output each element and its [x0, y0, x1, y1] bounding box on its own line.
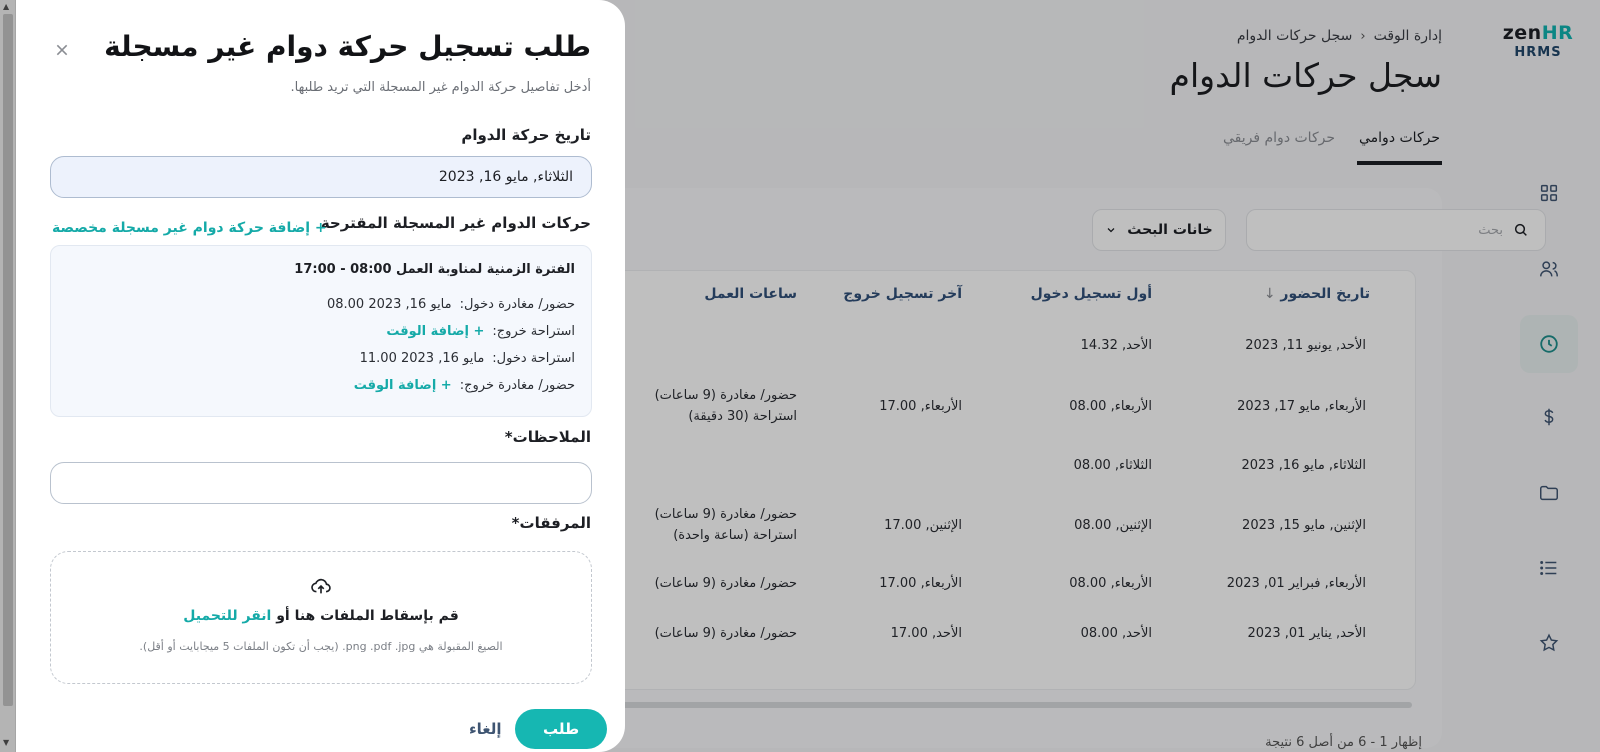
- notes-label: الملاحظات*: [504, 428, 591, 446]
- attachments-label: المرفقات*: [511, 514, 591, 532]
- entry-key: حضور/ مغادرة خروج:: [459, 378, 575, 393]
- suggested-entry-row: حضور/ مغادرة خروج: + إضافة الوقت: [51, 372, 575, 399]
- date-label: تاريخ حركة الدوام: [461, 126, 591, 144]
- cancel-button[interactable]: إلغاء: [469, 720, 502, 738]
- dropzone-hint: الصيغ المقبولة هي png .pdf .jpg. (يجب أن…: [139, 640, 503, 653]
- attendance-date-field[interactable]: الثلاثاء, مايو 16, 2023: [50, 156, 592, 198]
- notes-input[interactable]: [50, 462, 592, 504]
- suggested-entry-row: استراحة خروج: + إضافة الوقت: [51, 318, 575, 345]
- modal-title: طلب تسجيل حركة دوام غير مسجلة: [104, 30, 591, 63]
- add-time-button[interactable]: + إضافة الوقت: [386, 324, 484, 339]
- date-value: الثلاثاء, مايو 16, 2023: [438, 169, 573, 185]
- add-time-button[interactable]: + إضافة الوقت: [354, 378, 452, 393]
- entry-value: مايو 16, 2023 08.00: [326, 297, 452, 312]
- shift-title: الفترة الزمنية لمناوبة العمل 08:00 - 17:…: [294, 262, 575, 277]
- suggested-entry-row: استراحة دخول: مايو 16, 2023 11.00: [51, 345, 575, 372]
- suggested-entry-row: حضور/ مغادرة دخول: مايو 16, 2023 08.00: [51, 291, 575, 318]
- entry-value: مايو 16, 2023 11.00: [359, 351, 485, 366]
- suggested-entries-box: الفترة الزمنية لمناوبة العمل 08:00 - 17:…: [50, 245, 592, 417]
- entry-key: حضور/ مغادرة دخول:: [459, 297, 575, 312]
- file-dropzone[interactable]: قم بإسقاط الملفات هنا أو انقر للتحميل ال…: [50, 551, 592, 684]
- modal-subtitle: أدخل تفاصيل حركة الدوام غير المسجلة التي…: [290, 80, 591, 95]
- suggested-entries-label: حركات الدوام غير المسجلة المقترحة: [320, 214, 591, 232]
- close-button[interactable]: [50, 38, 74, 62]
- close-icon: [56, 44, 68, 56]
- unrecorded-attendance-request-modal: طلب تسجيل حركة دوام غير مسجلة أدخل تفاصي…: [16, 0, 625, 752]
- entry-key: استراحة خروج:: [492, 324, 575, 339]
- add-custom-entry-link[interactable]: + إضافة حركة دوام غير مسجلة مخصصة: [52, 220, 327, 236]
- dropzone-text: قم بإسقاط الملفات هنا أو انقر للتحميل: [183, 608, 459, 624]
- upload-cloud-icon: [311, 578, 331, 594]
- entry-key: استراحة دخول:: [492, 351, 575, 366]
- click-to-upload-link[interactable]: انقر للتحميل: [183, 608, 271, 624]
- submit-request-button[interactable]: طلب: [515, 709, 607, 749]
